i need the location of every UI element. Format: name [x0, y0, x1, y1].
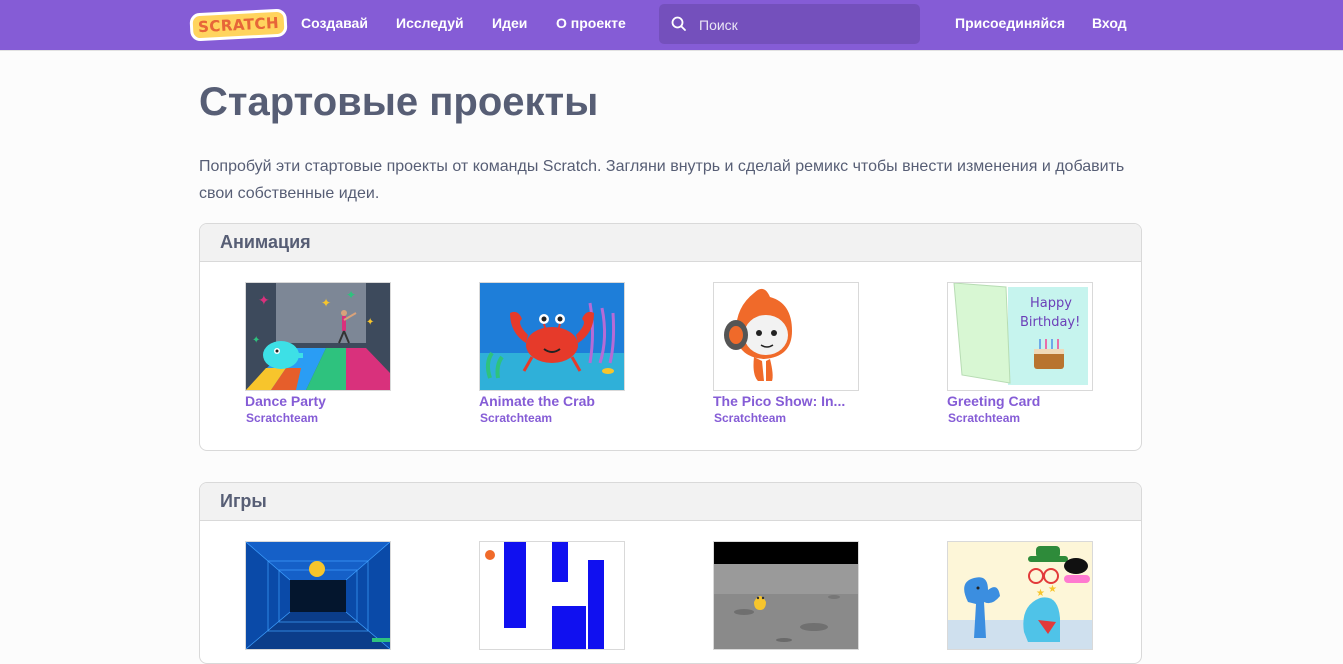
- sign-in-link[interactable]: Вход: [1092, 15, 1127, 31]
- search-input[interactable]: [697, 12, 911, 38]
- nav-ideas-link[interactable]: Идеи: [492, 15, 527, 31]
- svg-text:✦: ✦: [366, 317, 374, 328]
- project-thumbnail[interactable]: ★ ★: [947, 541, 1093, 650]
- svg-text:✦: ✦: [321, 296, 331, 310]
- svg-text:✦: ✦: [346, 288, 356, 302]
- project-author[interactable]: Scratchteam: [246, 411, 395, 425]
- project-card[interactable]: Animate the Crab Scratchteam: [479, 282, 629, 425]
- moon-game-image: [714, 542, 858, 649]
- project-card[interactable]: The Pico Show: In... Scratchteam: [713, 282, 863, 425]
- project-card[interactable]: [479, 541, 629, 650]
- section-title: Анимация: [200, 224, 1141, 262]
- page-title: Стартовые проекты: [199, 80, 599, 124]
- project-thumbnail[interactable]: [479, 282, 625, 391]
- project-thumbnail[interactable]: ✦ ✦ ✦ ✦ ✦: [245, 282, 391, 391]
- project-author[interactable]: Scratchteam: [714, 411, 863, 425]
- logo-text: SCRATCH: [189, 8, 289, 42]
- project-thumbnail[interactable]: [245, 541, 391, 650]
- svg-text:Happy: Happy: [1030, 296, 1072, 311]
- join-link[interactable]: Присоединяйся: [955, 15, 1065, 31]
- section-games: Игры ★ ★: [199, 482, 1142, 664]
- project-title[interactable]: The Pico Show: In...: [713, 393, 859, 409]
- pico-image: [714, 283, 858, 390]
- greeting-card-image: Happy Birthday!: [948, 283, 1092, 390]
- crab-image: [480, 283, 624, 390]
- project-card[interactable]: ✦ ✦ ✦ ✦ ✦ Dance Party Scratchteam: [245, 282, 395, 425]
- scratch-logo[interactable]: SCRATCH: [189, 8, 289, 42]
- project-author[interactable]: Scratchteam: [948, 411, 1097, 425]
- nav-explore-link[interactable]: Исследуй: [396, 15, 464, 31]
- project-card[interactable]: [713, 541, 863, 650]
- project-thumbnail[interactable]: [713, 541, 859, 650]
- search-bar: [659, 4, 920, 44]
- project-title[interactable]: Greeting Card: [947, 393, 1093, 409]
- project-author[interactable]: Scratchteam: [480, 411, 629, 425]
- project-card[interactable]: ★ ★: [947, 541, 1097, 650]
- project-card[interactable]: Happy Birthday! Greeting Card Scratchtea…: [947, 282, 1097, 425]
- project-thumbnail[interactable]: Happy Birthday!: [947, 282, 1093, 391]
- svg-text:✦: ✦: [252, 335, 260, 346]
- section-animation: Анимация ✦ ✦ ✦ ✦ ✦ Dance Party Scratchte…: [199, 223, 1142, 451]
- maze-game-image: [480, 542, 624, 649]
- project-thumbnail[interactable]: [713, 282, 859, 391]
- nav-create-link[interactable]: Создавай: [301, 15, 368, 31]
- tunnel-game-image: [246, 542, 390, 649]
- svg-text:Birthday!: Birthday!: [1020, 315, 1080, 330]
- project-thumbnail[interactable]: [479, 541, 625, 650]
- dress-up-game-image: ★ ★: [948, 542, 1092, 649]
- project-title[interactable]: Animate the Crab: [479, 393, 625, 409]
- svg-text:✦: ✦: [258, 292, 270, 308]
- section-title: Игры: [200, 483, 1141, 521]
- page-intro: Попробуй эти стартовые проекты от команд…: [199, 158, 1125, 202]
- svg-text:★: ★: [1036, 588, 1045, 599]
- dance-party-image: ✦ ✦ ✦ ✦ ✦: [246, 283, 390, 390]
- navbar: SCRATCH Создавай Исследуй Идеи О проекте…: [0, 0, 1343, 50]
- svg-text:★: ★: [1048, 584, 1057, 595]
- search-icon: [671, 16, 686, 31]
- project-title[interactable]: Dance Party: [245, 393, 391, 409]
- project-card[interactable]: [245, 541, 395, 650]
- nav-about-link[interactable]: О проекте: [556, 15, 626, 31]
